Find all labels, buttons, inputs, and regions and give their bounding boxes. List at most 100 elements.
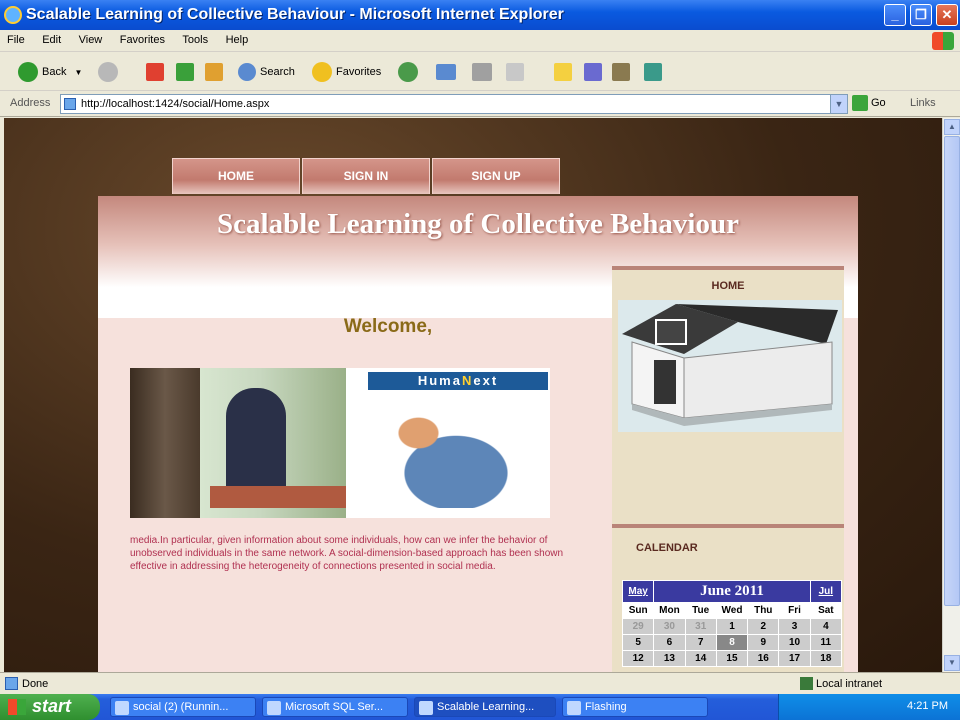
nav-tab-sign-up[interactable]: SIGN UP <box>432 158 560 194</box>
links-button[interactable]: Links <box>910 97 936 109</box>
plugin-button[interactable] <box>644 61 662 83</box>
description-text: media.In particular, given information a… <box>130 535 564 572</box>
start-button[interactable]: start <box>0 694 100 720</box>
calendar-month: June 2011 <box>653 580 811 603</box>
scroll-up-icon[interactable]: ▲ <box>944 119 960 135</box>
menu-edit[interactable]: Edit <box>35 30 67 46</box>
stop-button[interactable] <box>146 61 164 83</box>
calendar-day[interactable]: 15 <box>715 650 749 667</box>
sidebar-home-title: HOME <box>711 280 745 292</box>
sidebar: HOME CALENDAR May June 2011 Jul Sun Mon … <box>612 266 844 672</box>
menu-favorites[interactable]: Favorites <box>113 30 171 46</box>
go-button[interactable]: Go <box>852 95 886 111</box>
windows-flag-icon <box>8 699 26 715</box>
calendar-day[interactable]: 12 <box>621 650 655 667</box>
page-viewport: HOME SIGN IN SIGN UP Scalable Learning o… <box>4 118 942 672</box>
calendar-title: CALENDAR <box>636 542 698 554</box>
address-input[interactable]: http://localhost:1424/social/Home.aspx ▼ <box>60 94 848 114</box>
zone-text: Local intranet <box>816 678 883 690</box>
dow-label: Sun <box>621 602 655 619</box>
calendar-day[interactable]: 2 <box>747 618 780 635</box>
nav-tab-sign-in[interactable]: SIGN IN <box>302 158 430 194</box>
star-icon <box>312 62 332 82</box>
calendar-day[interactable]: 9 <box>747 634 780 651</box>
research-button[interactable] <box>612 61 630 83</box>
refresh-button[interactable] <box>176 61 194 83</box>
back-arrow-icon <box>18 62 38 82</box>
calendar-day[interactable]: 4 <box>809 618 843 635</box>
bench-shape <box>210 486 346 508</box>
print-button[interactable] <box>472 61 492 83</box>
maximize-button[interactable]: ❐ <box>910 4 932 26</box>
history-icon <box>398 62 418 82</box>
messenger-button[interactable] <box>584 61 602 83</box>
close-button[interactable]: ✕ <box>936 4 958 26</box>
house-image <box>618 300 842 432</box>
title-bar[interactable]: Scalable Learning of Collective Behaviou… <box>0 0 960 30</box>
welcome-heading: Welcome, <box>343 316 433 337</box>
back-dropdown-icon[interactable]: ▼ <box>74 68 82 77</box>
sidebar-divider <box>612 266 844 270</box>
taskbar-item[interactable]: Flashing <box>562 697 708 717</box>
windows-flag-icon <box>932 32 954 50</box>
calendar-day[interactable]: 13 <box>653 650 686 667</box>
history-button[interactable] <box>398 61 418 83</box>
dow-label: Sat <box>809 602 843 619</box>
park-photo <box>130 368 346 518</box>
clock[interactable]: 4:21 PM <box>907 700 948 712</box>
scroll-thumb[interactable] <box>944 136 960 606</box>
calendar-day[interactable]: 5 <box>621 634 655 651</box>
menu-file[interactable]: File <box>0 30 31 46</box>
toolbar: Back ▼ Search Favorites <box>0 53 960 91</box>
note-icon <box>554 63 572 81</box>
app-icon <box>567 701 581 715</box>
stop-icon <box>146 63 164 81</box>
calendar-day[interactable]: 29 <box>621 618 655 635</box>
sidebar-divider-2 <box>612 524 844 528</box>
search-label: Search <box>260 66 295 78</box>
favorites-label: Favorites <box>336 66 382 78</box>
vertical-scrollbar[interactable]: ▲ ▼ <box>942 118 960 672</box>
app-icon <box>115 701 129 715</box>
edit-button[interactable] <box>506 61 524 83</box>
nav-tab-home[interactable]: HOME <box>172 158 300 194</box>
calendar-day[interactable]: 31 <box>684 618 717 635</box>
forward-button[interactable] <box>98 61 118 83</box>
calendar-next-link[interactable]: Jul <box>809 580 843 603</box>
address-url: http://localhost:1424/social/Home.aspx <box>81 98 270 110</box>
calendar-prev-link[interactable]: May <box>621 580 655 603</box>
address-dropdown-icon[interactable]: ▼ <box>830 95 847 113</box>
taskbar-item[interactable]: Microsoft SQL Ser... <box>262 697 408 717</box>
taskbar-item-active[interactable]: Scalable Learning... <box>414 697 556 717</box>
calendar-day[interactable]: 7 <box>684 634 717 651</box>
calendar-day[interactable]: 18 <box>809 650 843 667</box>
page-done-icon <box>5 677 18 690</box>
calendar-day-today[interactable]: 8 <box>715 634 749 651</box>
calendar-day[interactable]: 3 <box>778 618 811 635</box>
favorites-button[interactable]: Favorites <box>312 61 381 83</box>
search-button[interactable]: Search <box>238 61 295 83</box>
scroll-down-icon[interactable]: ▼ <box>944 655 960 671</box>
mail-button[interactable] <box>436 61 456 83</box>
menu-tools[interactable]: Tools <box>175 30 214 46</box>
calendar-day[interactable]: 1 <box>715 618 749 635</box>
refresh-icon <box>176 63 194 81</box>
calendar-day[interactable]: 11 <box>809 634 843 651</box>
minimize-button[interactable]: _ <box>884 4 906 26</box>
calendar-day[interactable]: 16 <box>747 650 780 667</box>
calendar-day[interactable]: 10 <box>778 634 811 651</box>
calendar-day[interactable]: 6 <box>653 634 686 651</box>
address-label: Address <box>10 97 51 109</box>
calendar-day[interactable]: 30 <box>653 618 686 635</box>
menu-help[interactable]: Help <box>219 30 255 46</box>
discuss-button[interactable] <box>554 61 572 83</box>
humanext-logo: HumaNext <box>368 372 548 390</box>
taskbar-item[interactable]: social (2) (Runnin... <box>110 697 256 717</box>
page-icon <box>64 98 76 110</box>
research-icon <box>612 63 630 81</box>
back-button[interactable]: Back ▼ <box>18 61 82 83</box>
home-toolbar-button[interactable] <box>205 61 223 83</box>
calendar-day[interactable]: 17 <box>778 650 811 667</box>
menu-view[interactable]: View <box>72 30 109 46</box>
calendar-day[interactable]: 14 <box>684 650 717 667</box>
